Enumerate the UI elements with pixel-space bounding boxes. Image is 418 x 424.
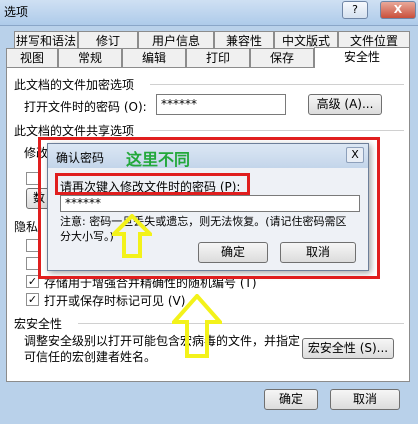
tab-security[interactable]: 安全性: [314, 47, 410, 68]
tab-general[interactable]: 常规: [58, 48, 122, 67]
share-separator: [150, 130, 404, 131]
tab-save[interactable]: 保存: [250, 48, 314, 67]
help-button[interactable]: ?: [342, 1, 368, 19]
privacy-section-title: 隐私: [14, 220, 39, 234]
highlight-prompt-box: [55, 173, 250, 195]
tab-edit[interactable]: 编辑: [122, 48, 186, 67]
window-title: 选项: [4, 5, 29, 19]
privacy-checkbox-4[interactable]: ✓: [26, 293, 39, 306]
macro-description: 调整安全级别以打开可能包含宏病毒的文件，并指定可信任的宏创建者姓名。: [24, 334, 301, 364]
window-close-button[interactable]: X: [380, 1, 416, 19]
macro-separator: [78, 323, 404, 324]
yellow-arrow-up-large: [172, 294, 222, 358]
yellow-arrow-up-small: [112, 214, 152, 258]
privacy-option-4-label: 打开或保存时标记可见 (V): [44, 294, 186, 308]
cancel-button[interactable]: 取消: [330, 389, 400, 410]
highlight-outer-box: [38, 137, 380, 279]
open-password-label: 打开文件时的密码 (O):: [24, 100, 147, 114]
open-password-input[interactable]: ******: [156, 94, 286, 115]
tab-view[interactable]: 视图: [6, 48, 58, 67]
macro-section-title: 宏安全性: [14, 317, 63, 331]
macro-security-button[interactable]: 宏安全性 (S)...: [302, 338, 394, 359]
encrypt-separator: [150, 84, 404, 85]
encrypt-section-title: 此文档的文件加密选项: [14, 78, 135, 92]
tab-print[interactable]: 打印: [186, 48, 250, 67]
advanced-button[interactable]: 高级 (A)...: [308, 94, 382, 115]
ok-button[interactable]: 确定: [264, 389, 318, 410]
